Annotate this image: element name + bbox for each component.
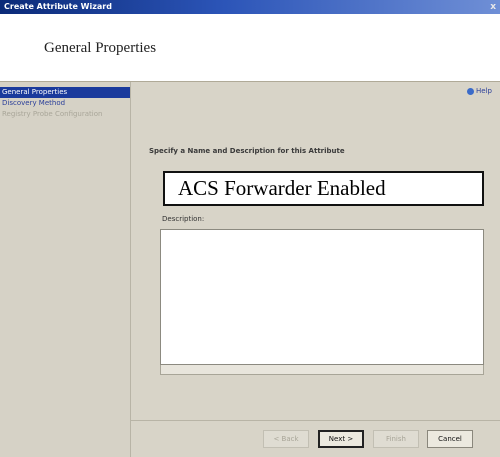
sidebar-item-discovery-method[interactable]: Discovery Method xyxy=(0,98,130,109)
wizard-header: General Properties xyxy=(0,14,500,82)
cancel-button[interactable]: Cancel xyxy=(427,430,473,448)
finish-button: Finish xyxy=(373,430,419,448)
window-titlebar: Create Attribute Wizard x xyxy=(0,0,500,14)
instruction-text: Specify a Name and Description for this … xyxy=(149,147,345,155)
sidebar-item-registry-probe-configuration: Registry Probe Configuration xyxy=(2,110,103,118)
attribute-name-field[interactable]: ACS Forwarder Enabled xyxy=(163,171,484,206)
next-button[interactable]: Next > xyxy=(318,430,364,448)
sidebar-item-general-properties[interactable]: General Properties xyxy=(0,87,130,98)
close-icon[interactable]: x xyxy=(490,0,496,14)
wizard-steps-sidebar: General Properties Discovery Method Regi… xyxy=(0,82,131,457)
window-title: Create Attribute Wizard xyxy=(4,2,112,11)
help-icon xyxy=(467,87,475,95)
page-title: General Properties xyxy=(44,40,157,56)
back-button: < Back xyxy=(263,430,309,448)
description-scrollbar[interactable] xyxy=(160,365,484,375)
footer-divider xyxy=(131,420,500,421)
description-textarea[interactable] xyxy=(160,229,484,365)
help-link[interactable]: Help xyxy=(467,87,492,95)
help-label: Help xyxy=(476,87,492,95)
description-label: Description: xyxy=(162,215,205,223)
